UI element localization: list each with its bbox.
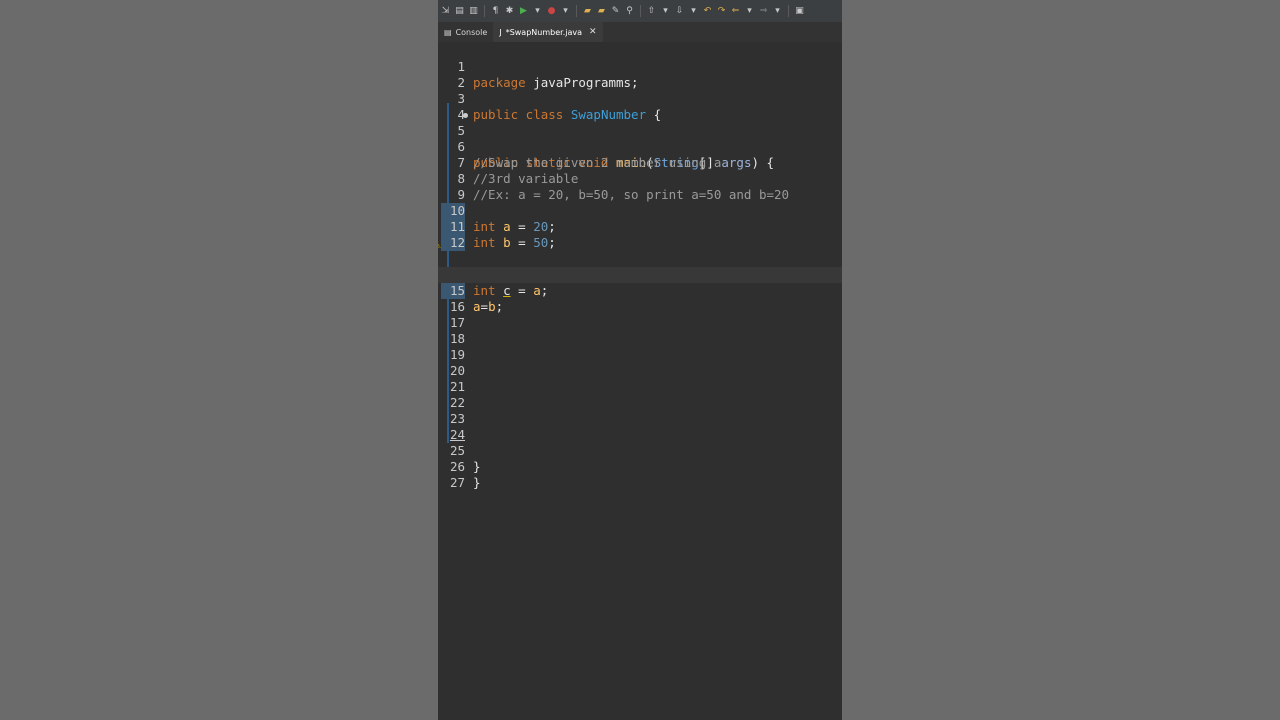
code-line: ⚠ 13 int c = a;: [438, 235, 842, 298]
debug-icon[interactable]: ✱: [504, 4, 515, 18]
code-line: 25 }: [438, 427, 842, 474]
warning-icon[interactable]: ⚠: [438, 238, 446, 250]
chevron-down-icon[interactable]: ▾: [660, 4, 671, 18]
tab-label: Console: [455, 27, 488, 37]
console-icon: ▤: [444, 27, 452, 37]
code-line: 4: [438, 91, 842, 122]
run-icon[interactable]: ▶: [518, 4, 529, 18]
chevron-down-icon[interactable]: ▾: [532, 4, 543, 18]
coverage-icon[interactable]: ●: [546, 4, 557, 18]
search-icon[interactable]: ⚲: [624, 4, 635, 18]
code-line: 23: [438, 395, 842, 426]
toolbar: ⇲ ▤ ▥ ¶ ✱ ▶ ▾ ● ▾ ▰ ▰ ✎ ⚲ ⇧ ▾ ⇩ ▾ ↶ ↷ ⇐ …: [438, 0, 842, 22]
prev-edit-icon[interactable]: ↶: [702, 4, 713, 18]
open-icon[interactable]: ▰: [582, 4, 593, 18]
forward-icon[interactable]: ⇒: [758, 4, 769, 18]
tab-swapnumber[interactable]: J *SwapNumber.java ✕: [493, 22, 603, 42]
toolbar-divider: [576, 5, 577, 17]
chevron-down-icon[interactable]: ▾: [744, 4, 755, 18]
chevron-down-icon[interactable]: ▾: [772, 4, 783, 18]
code-line: 16: [438, 283, 842, 314]
paragraph-icon[interactable]: ¶: [490, 4, 501, 18]
toolbar-divider: [484, 5, 485, 17]
java-file-icon: J: [499, 27, 502, 37]
chevron-down-icon[interactable]: ▾: [688, 4, 699, 18]
code-line: 26 }: [438, 443, 842, 490]
toolbar-divider: [788, 5, 789, 17]
code-line: 11 int b = 50;: [438, 203, 842, 250]
code-line: 27: [438, 459, 842, 490]
close-icon[interactable]: ✕: [589, 27, 597, 37]
terminal-icon[interactable]: ▣: [794, 4, 805, 18]
tab-label: *SwapNumber.java: [505, 27, 582, 37]
next-edit-icon[interactable]: ↷: [716, 4, 727, 18]
line-number: 27: [449, 475, 465, 490]
save-icon[interactable]: ▤: [454, 4, 465, 18]
code-line: 9: [438, 171, 842, 202]
code-line: 6 //Swap the given 2 number using a: [438, 123, 842, 170]
code-line: 18: [438, 315, 842, 346]
code-editor[interactable]: 1 package javaProgramms; 2 3 public clas…: [438, 42, 842, 720]
ide-window: ⇲ ▤ ▥ ¶ ✱ ▶ ▾ ● ▾ ▰ ▰ ✎ ⚲ ⇧ ▾ ⇩ ▾ ↶ ↷ ⇐ …: [438, 0, 842, 720]
fold-icon[interactable]: [463, 113, 468, 118]
nav-icon[interactable]: ⇩: [674, 4, 685, 18]
toolbar-divider: [640, 5, 641, 17]
tab-console[interactable]: ▤ Console: [438, 22, 493, 42]
back-icon[interactable]: ⇐: [730, 4, 741, 18]
folder-icon[interactable]: ▰: [596, 4, 607, 18]
code-line: 21: [438, 363, 842, 394]
code-line: 7 //3rd variable: [438, 139, 842, 186]
code-line: 12: [438, 219, 842, 251]
annotation-icon[interactable]: ⇧: [646, 4, 657, 18]
code-line: 8 //Ex: a = 20, b=50, so print a=50 and …: [438, 155, 842, 202]
code-line: 24: [438, 411, 842, 442]
new-icon[interactable]: ▥: [468, 4, 479, 18]
code-line: 10 int a = 20;: [438, 187, 842, 234]
current-code-line: 15 a=b;: [438, 267, 842, 314]
code-line: 22: [438, 379, 842, 410]
code-line: 1 package javaProgramms;: [438, 43, 842, 90]
back-icon[interactable]: ⇲: [440, 4, 451, 18]
editor-tabbar: ▤ Console J *SwapNumber.java ✕: [438, 22, 842, 42]
pencil-icon[interactable]: ✎: [610, 4, 621, 18]
code-line: 19: [438, 331, 842, 362]
chevron-down-icon[interactable]: ▾: [560, 4, 571, 18]
code-line: 3 public class SwapNumber {: [438, 75, 842, 122]
code-line: 2: [438, 59, 842, 90]
code-line: 20: [438, 347, 842, 378]
code-line: 14: [438, 251, 842, 283]
code-line: 5 public static void main(String[] args)…: [438, 107, 842, 170]
code-line: 17: [438, 299, 842, 330]
